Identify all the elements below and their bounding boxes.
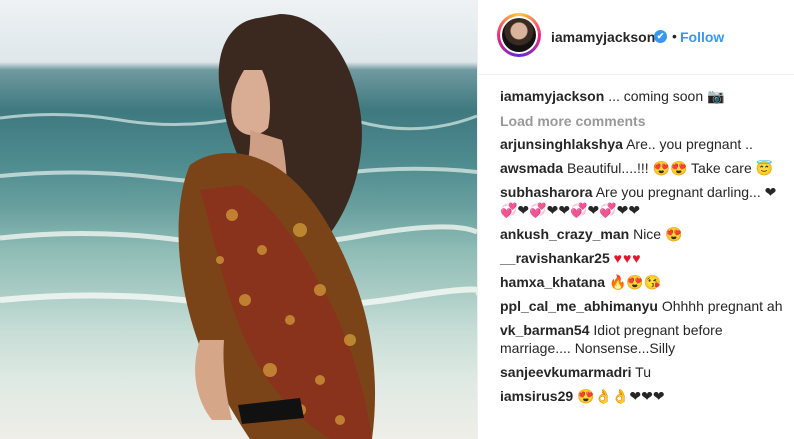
comment-username[interactable]: hamxa_khatana (500, 274, 605, 290)
comment: ppl_cal_me_abhimanyu Ohhhh pregnant ah (500, 297, 785, 315)
comment-text: Ohhhh pregnant ah (661, 298, 783, 314)
post-photo-illustration (0, 14, 477, 439)
comment-username[interactable]: iamsirus29 (500, 388, 573, 404)
avatar-ring (500, 16, 538, 54)
comment-text: Tu (635, 364, 651, 380)
comment: sanjeevkumarmadri Tu (500, 363, 785, 381)
post-caption: iamamyjackson ... coming soon 📷 (500, 86, 785, 106)
comment: ankush_crazy_man Nice 😍 (500, 225, 785, 243)
comment: vk_barman54 Idiot pregnant before marria… (500, 321, 785, 357)
comment: __ravishankar25 ♥♥♥ (500, 249, 785, 267)
comment-username[interactable]: ankush_crazy_man (500, 226, 629, 242)
load-more-comments-button[interactable]: Load more comments (500, 113, 785, 129)
comment-text: ♥♥♥ (613, 250, 642, 266)
verified-badge-icon: ✔ (654, 30, 667, 43)
comment-username[interactable]: vk_barman54 (500, 322, 590, 338)
comment-text: Nice 😍 (633, 226, 683, 242)
post-side-panel: iamamyjackson ✔ • Follow iamamyjackson .… (477, 0, 794, 439)
post-header: iamamyjackson ✔ • Follow (478, 0, 794, 75)
avatar-photo (502, 18, 536, 52)
comment-username[interactable]: sanjeevkumarmadri (500, 364, 632, 380)
comment-text: Beautiful....!!! 😍😍 Take care 😇 (566, 160, 774, 176)
comment-username[interactable]: subhasharora (500, 184, 593, 200)
comment: subhasharora Are you pregnant darling...… (500, 183, 785, 219)
comment: arjunsinghlakshya Are.. you pregnant .. (500, 135, 785, 153)
comment-username[interactable]: arjunsinghlakshya (500, 136, 623, 152)
post-photo[interactable] (0, 0, 477, 439)
comment: awsmada Beautiful....!!! 😍😍 Take care 😇 (500, 159, 785, 177)
comment: iamsirus29 😍👌👌❤❤❤ (500, 387, 785, 405)
separator-dot: • (672, 28, 677, 44)
comments-list: iamamyjackson ... coming soon 📷 Load mor… (500, 86, 785, 411)
caption-username[interactable]: iamamyjackson (500, 88, 604, 104)
header-username[interactable]: iamamyjackson (551, 29, 655, 45)
caption-text: ... coming soon 📷 (608, 88, 725, 104)
comment-text: 😍👌👌❤❤❤ (577, 388, 665, 404)
avatar[interactable] (497, 13, 541, 57)
comment-username[interactable]: ppl_cal_me_abhimanyu (500, 298, 658, 314)
comment-text: Are.. you pregnant .. (626, 136, 753, 152)
comment-text: 🔥😍😘 (608, 274, 662, 290)
follow-button[interactable]: Follow (680, 29, 724, 45)
comment: hamxa_khatana 🔥😍😘 (500, 273, 785, 291)
comment-username[interactable]: __ravishankar25 (500, 250, 610, 266)
comment-username[interactable]: awsmada (500, 160, 563, 176)
instagram-post: iamamyjackson ✔ • Follow iamamyjackson .… (0, 0, 794, 439)
